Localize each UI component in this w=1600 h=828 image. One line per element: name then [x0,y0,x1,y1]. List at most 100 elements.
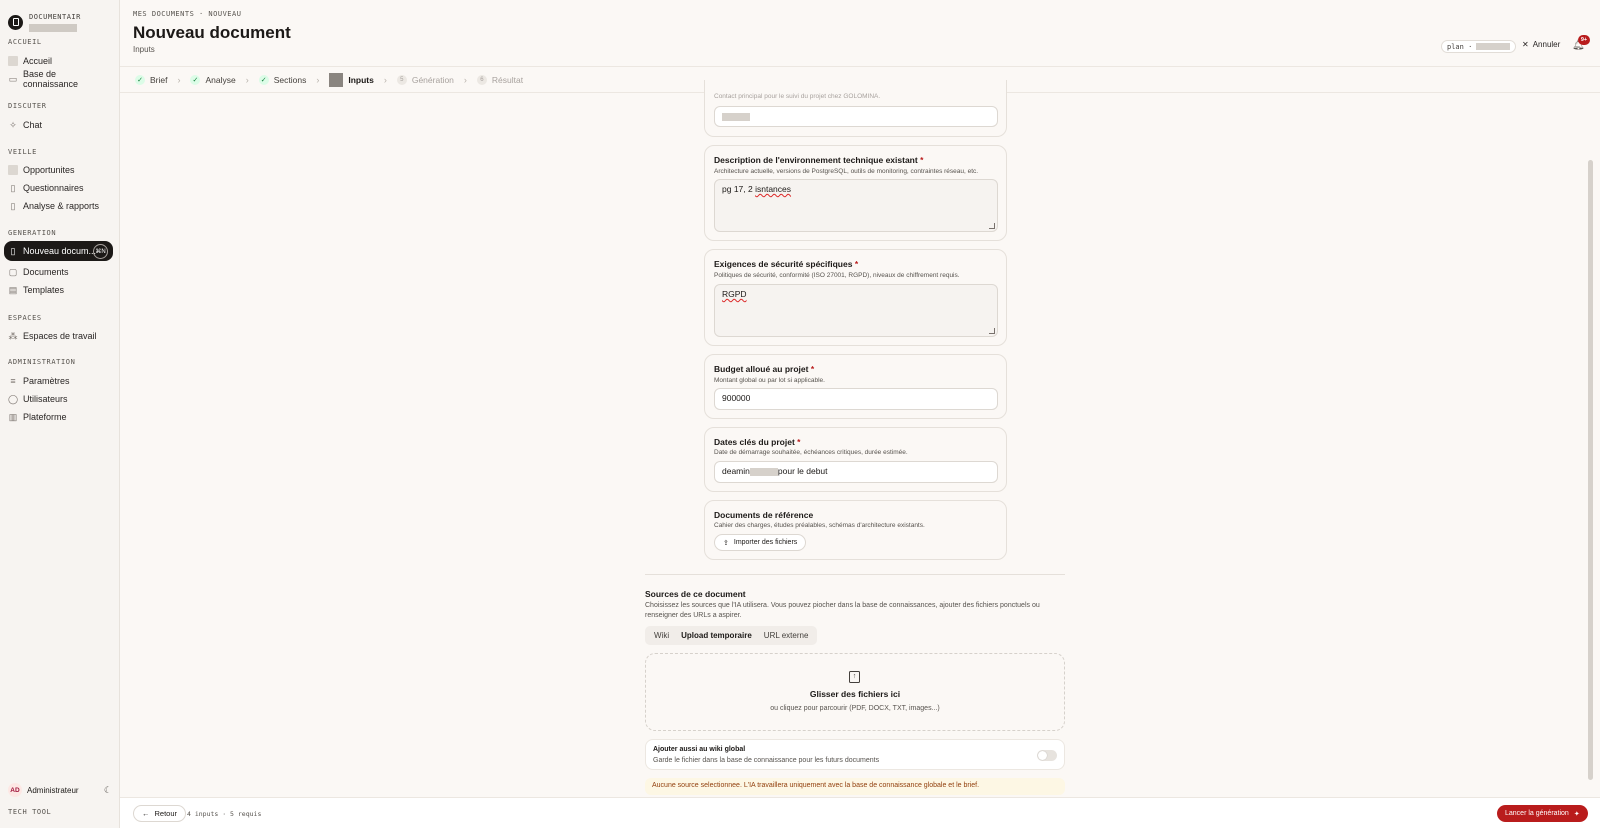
tab-wiki[interactable]: Wiki [648,628,675,643]
sparkle-icon: ✧ [9,119,17,130]
brand-redacted [29,23,77,32]
resize-handle[interactable] [989,328,995,334]
close-icon: ✕ [1522,40,1529,49]
workspace-icon: ⁂ [8,330,18,341]
sidebar-item-label: Documents [23,267,69,277]
sidebar-item-base[interactable]: ▭ Base de connaissance [4,69,113,89]
user-menu[interactable]: AD Administrateur ☾ [8,783,112,797]
sidebar-item-parametres[interactable]: ≡ Paramètres [4,371,113,391]
step-brief[interactable]: ✓ Brief [135,75,167,85]
book-icon: ▭ [8,73,18,84]
contact-input[interactable] [714,106,998,127]
check-icon: ✓ [190,75,201,85]
wiki-option: Ajouter aussi au wiki global Garde le fi… [645,739,1065,770]
inputs-status: 4 inputs · 5 requis [187,810,262,818]
file-dropzone[interactable]: ↑ Glisser des fichiers ici ou cliquez po… [645,653,1065,731]
sidebar-footer: TECH TOOL [8,808,52,816]
file-chart-icon: ▯ [10,200,16,211]
security-help: Politiques de sécurité, conformité (ISO … [714,272,960,279]
brand-name: DOCUMENTAIR [29,12,81,21]
sidebar-item-nouveau-document[interactable]: ▯ Nouveau docum... ⌘N [4,241,113,261]
sidebar-item-questionnaires[interactable]: ▯ Questionnaires [4,178,113,198]
sidebar-item-chat[interactable]: ✧ Chat [4,115,113,135]
sidebar-item-accueil[interactable]: Accueil [4,51,113,71]
chevron-right-icon: › [177,75,181,85]
chevron-right-icon: › [316,75,320,85]
wiki-toggle[interactable] [1037,750,1057,761]
sidebar-item-utilisateurs[interactable]: ◯ Utilisateurs [4,389,113,409]
file-plus-icon: ▯ [10,245,16,256]
sidebar-item-analyse[interactable]: ▯ Analyse & rapports [4,196,113,216]
tab-url-externe[interactable]: URL externe [758,628,815,643]
budget-input[interactable]: 900000 [714,388,998,410]
resize-handle[interactable] [989,223,995,229]
step-label: Analyse [205,75,236,85]
breadcrumb[interactable]: MES DOCUMENTS · NOUVEAU [133,10,241,18]
sources-tabs: Wiki Upload temporaire URL externe [645,626,818,645]
back-button[interactable]: ← Retour [133,805,187,822]
step-generation: 5 Génération [396,75,454,85]
launch-generation-button[interactable]: Lancer la génération ✦ [1497,805,1588,822]
cancel-label: Annuler [1532,40,1561,49]
sidebar-item-espaces[interactable]: ⁂ Espaces de travail [4,326,113,346]
target-icon [8,165,18,175]
budget-card: Budget alloué au projet * Montant global… [704,354,1007,419]
sidebar-item-label: Analyse & rapports [23,201,100,211]
sidebar-item-templates[interactable]: ▤ Templates [4,280,113,300]
file-upload-icon: ↑ [849,671,860,683]
sidebar-item-label: Utilisateurs [23,394,68,404]
sidebar-item-label: Nouveau docum... [23,246,97,256]
scrollbar[interactable] [1588,160,1593,780]
cancel-button[interactable]: ✕ Annuler [1522,40,1560,49]
sources-description: Choisissez les sources que l'IA utiliser… [645,602,1040,619]
sidebar-item-plateforme[interactable]: ▥ Plateforme [4,407,113,427]
document-logo-icon [8,14,23,30]
tab-upload-temporaire[interactable]: Upload temporaire [675,628,758,643]
section-generation: GENERATION [8,229,57,237]
file-icon: ▯ [10,182,16,193]
contact-help: Contact principal pour le suivi du proje… [714,93,881,100]
env-textarea[interactable]: pg 17, 2 isntances [714,179,998,232]
import-files-button[interactable]: ⇪ Importer des fichiers [714,534,807,551]
upload-icon: ⇪ [723,539,729,547]
dates-input[interactable]: deamin pour le debut [714,461,998,483]
sidebar-item-label: Templates [23,285,65,295]
brand[interactable]: DOCUMENTAIR [0,0,119,34]
wiki-option-help: Garde le fichier dans la base de connais… [653,757,880,764]
sidebar-item-opportunites[interactable]: Opportunites [4,160,113,180]
step-number: 6 [476,75,487,85]
home-icon [8,56,18,66]
chevron-right-icon: › [245,75,249,85]
dates-card: Dates clés du projet * Date de démarrage… [704,427,1007,492]
template-icon: ▤ [8,284,18,295]
footer-bar: ← Retour 4 inputs · 5 requis Lancer la g… [120,797,1600,828]
sidebar-item-label: Accueil [23,56,53,66]
sidebar-item-label: Plateforme [23,412,67,422]
step-inputs[interactable]: Inputs [329,73,374,87]
step-sections[interactable]: ✓ Sections [258,75,306,85]
security-textarea[interactable]: RGPD [714,284,998,337]
section-veille: VEILLE [8,148,37,156]
step-number: 5 [396,75,407,85]
env-help: Architecture actuelle, versions de Postg… [714,168,979,175]
section-administration: ADMINISTRATION [8,358,76,366]
divider [645,574,1065,575]
plan-redacted [1476,43,1511,50]
env-card: Description de l'environnement technique… [704,145,1007,241]
check-icon: ✓ [258,75,269,85]
step-label: Résultat [491,75,524,85]
page-title: Nouveau document [133,23,291,42]
step-analyse[interactable]: ✓ Analyse [190,75,236,85]
sidebar-item-label: Base de connaissance [22,69,78,89]
bar-chart-icon: ▥ [8,411,18,422]
refs-label: Documents de référence [714,510,814,520]
redacted-value [722,112,750,121]
redacted-value [749,467,778,476]
contact-card: Contact principal pour le suivi du proje… [704,80,1007,137]
sidebar-item-label: Chat [23,120,43,130]
sidebar-item-documents[interactable]: ▢ Documents [4,262,113,282]
sidebar-item-label: Questionnaires [23,183,84,193]
sparkle-icon: ✦ [1573,810,1580,818]
moon-icon[interactable]: ☾ [104,785,112,796]
notification-badge: 9+ [1578,35,1590,45]
